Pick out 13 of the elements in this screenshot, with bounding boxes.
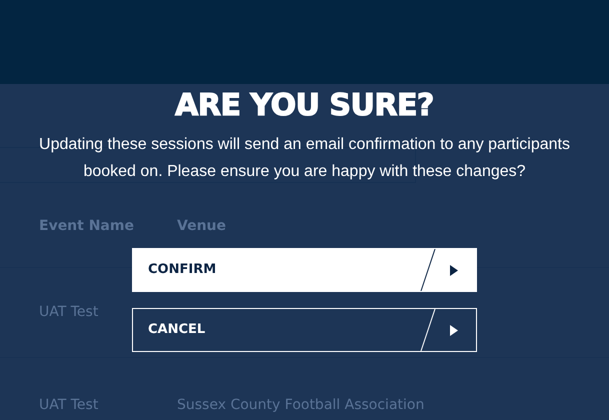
caret-icon	[450, 325, 458, 336]
column-header: Event Name	[38, 217, 135, 236]
table-cell-text: Sussex County Football Association	[177, 396, 424, 415]
table-cell-text: UAT Test	[38, 396, 100, 415]
dialog-message: Updating these sessions will send an email confirmation to any participants booked on. Please ensure you are happy with these changes?	[38, 135, 571, 182]
caret-icon	[450, 265, 458, 276]
slash-divider	[418, 249, 438, 291]
table-cell-text: UAT Test	[38, 303, 100, 322]
confirm-button[interactable]: CONFIRM	[132, 248, 477, 292]
slash-divider	[418, 309, 438, 351]
cancel-button[interactable]: CANCEL	[132, 308, 477, 352]
dialog-title: ARE YOU SURE?	[175, 88, 434, 124]
column-header: Venue	[177, 217, 226, 236]
